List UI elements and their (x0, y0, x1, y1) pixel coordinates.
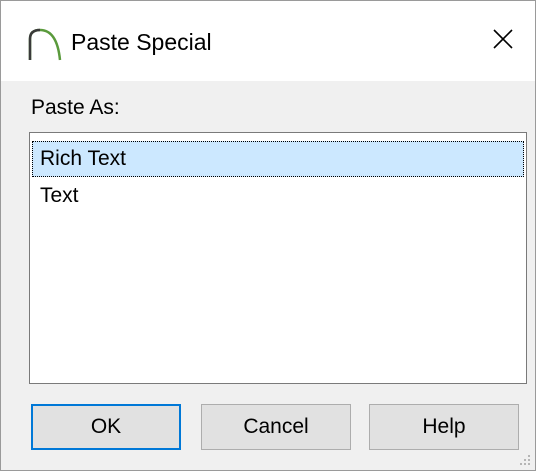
resize-grip-icon[interactable] (518, 453, 532, 467)
close-icon (492, 28, 514, 55)
cancel-button[interactable]: Cancel (201, 404, 351, 450)
ok-button[interactable]: OK (31, 404, 181, 450)
arch-icon (27, 27, 63, 61)
window-title: Paste Special (71, 29, 212, 55)
paste-as-label: Paste As: (31, 96, 120, 119)
list-item-rich-text[interactable]: Rich Text (32, 141, 524, 177)
list-item-text[interactable]: Text (32, 178, 524, 214)
title-bar: Paste Special (1, 1, 535, 81)
close-button[interactable] (471, 1, 535, 81)
help-button[interactable]: Help (369, 404, 519, 450)
paste-as-listbox[interactable]: Rich Text Text (29, 132, 527, 384)
paste-special-dialog: Paste Special Paste As: Rich Text Text O… (0, 0, 536, 471)
